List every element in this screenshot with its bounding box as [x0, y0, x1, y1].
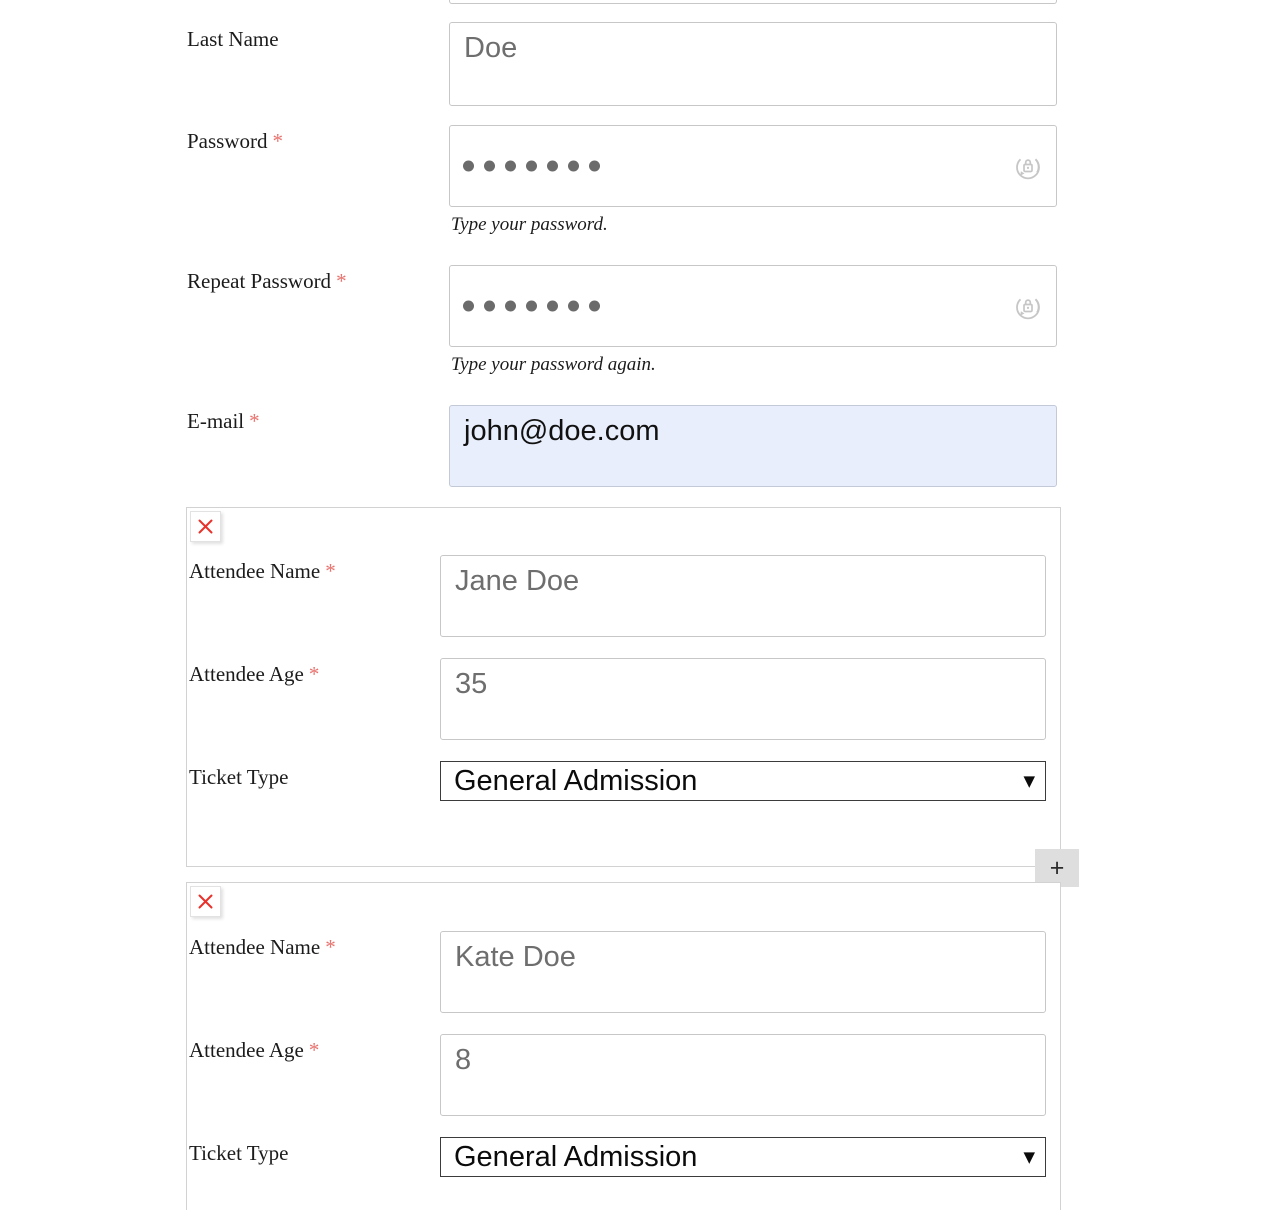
chevron-down-icon: ▼ — [1023, 771, 1035, 790]
add-attendee-button-label: + — [1049, 853, 1065, 882]
repeat-password-required-asterisk: * — [336, 269, 347, 293]
last-name-label-text: Last Name — [187, 27, 279, 51]
attendee-2-ticket-value: General Admission — [454, 1140, 698, 1173]
attendee-2-name-label: Attendee Name * — [189, 937, 336, 958]
repeat-password-label: Repeat Password * — [187, 271, 347, 292]
attendee-1-ticket-label-text: Ticket Type — [189, 765, 289, 789]
password-label: Password * — [187, 131, 283, 152]
close-icon — [198, 894, 213, 909]
attendee-1-age-label: Attendee Age * — [189, 664, 319, 685]
remove-attendee-button-1[interactable] — [190, 511, 221, 542]
previous-field-input-cutoff[interactable] — [449, 0, 1057, 4]
attendee-2-age-label-text: Attendee Age — [189, 1038, 304, 1062]
attendee-2-age-input[interactable]: 8 — [440, 1034, 1046, 1116]
close-icon — [198, 519, 213, 534]
last-name-input[interactable]: Doe — [449, 22, 1057, 106]
attendee-1-age-label-text: Attendee Age — [189, 662, 304, 686]
email-value: john@doe.com — [464, 415, 660, 447]
attendee-2-name-label-text: Attendee Name — [189, 935, 321, 959]
password-help-text: Type your password. — [451, 214, 608, 235]
attendee-2-name-input[interactable]: Kate Doe — [440, 931, 1046, 1013]
repeat-password-label-text: Repeat Password — [187, 269, 332, 293]
password-input[interactable] — [449, 125, 1057, 207]
email-input[interactable]: john@doe.com — [449, 405, 1057, 487]
remove-attendee-button-2[interactable] — [190, 886, 221, 917]
attendee-2-age-label: Attendee Age * — [189, 1040, 319, 1061]
attendee-2-ticket-label: Ticket Type — [189, 1143, 288, 1164]
attendee-1-name-value: Jane Doe — [455, 565, 580, 597]
attendee-1-ticket-value: General Admission — [454, 764, 698, 797]
attendee-2-name-value: Kate Doe — [455, 941, 576, 973]
repeat-password-help-text: Type your password again. — [451, 354, 656, 375]
password-masked-value — [463, 160, 600, 172]
repeat-password-input[interactable] — [449, 265, 1057, 347]
password-label-text: Password — [187, 129, 268, 153]
password-manager-lock-icon[interactable] — [1013, 151, 1043, 181]
attendee-1-ticket-label: Ticket Type — [189, 767, 288, 788]
password-manager-lock-icon[interactable] — [1013, 291, 1043, 321]
last-name-label: Last Name — [187, 29, 279, 50]
email-required-asterisk: * — [249, 409, 260, 433]
attendee-2-ticket-select[interactable]: General Admission ▼ — [440, 1137, 1046, 1177]
attendee-1-name-label-text: Attendee Name — [189, 559, 321, 583]
last-name-value: Doe — [464, 32, 518, 64]
attendee-1-age-required-asterisk: * — [308, 662, 320, 686]
repeat-password-masked-value — [463, 300, 600, 312]
attendee-1-age-value: 35 — [455, 668, 488, 700]
attendee-2-ticket-label-text: Ticket Type — [189, 1141, 289, 1165]
attendee-1-name-label: Attendee Name * — [189, 561, 336, 582]
attendee-2-age-required-asterisk: * — [308, 1038, 320, 1062]
email-label-text: E-mail — [187, 409, 245, 433]
attendee-1-age-input[interactable]: 35 — [440, 658, 1046, 740]
attendee-2-name-required-asterisk: * — [325, 935, 336, 959]
email-label: E-mail * — [187, 411, 260, 432]
password-required-asterisk: * — [272, 129, 284, 153]
chevron-down-icon: ▼ — [1023, 1147, 1035, 1166]
attendee-1-name-input[interactable]: Jane Doe — [440, 555, 1046, 637]
attendee-2-age-value: 8 — [455, 1044, 472, 1076]
attendee-1-ticket-select[interactable]: General Admission ▼ — [440, 761, 1046, 801]
attendee-1-name-required-asterisk: * — [325, 559, 336, 583]
